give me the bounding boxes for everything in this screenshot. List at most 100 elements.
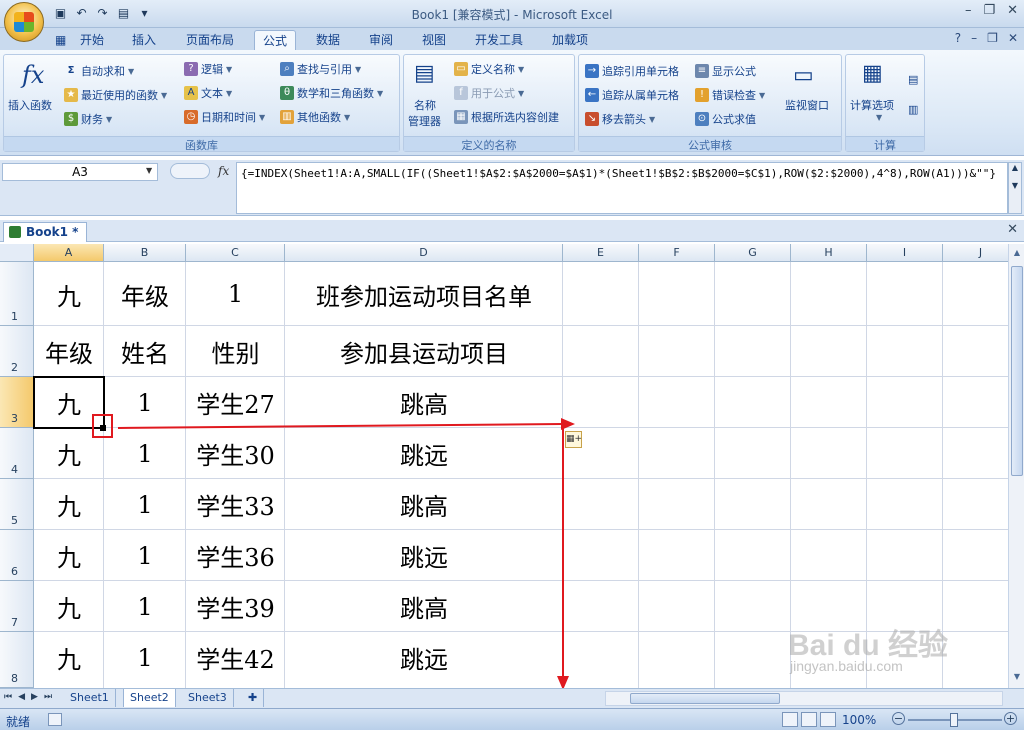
watch-window-button[interactable]: 监视窗口: [785, 97, 829, 113]
tab-view[interactable]: 视图: [414, 30, 454, 50]
calc-options-caret[interactable]: ▼: [876, 113, 882, 122]
financial-button[interactable]: $ 财务 ▼: [64, 111, 112, 127]
logical-button[interactable]: ? 逻辑 ▼: [184, 61, 232, 77]
ribbon-tabs: ▦ 开始 插入 页面布局 公式 数据 审阅 视图 开发工具 加载项 ? – ❐ …: [0, 28, 1024, 50]
trace-precedents-button[interactable]: → 追踪引用单元格: [585, 63, 679, 79]
vertical-scrollbar[interactable]: ▲ ▼: [1008, 244, 1024, 688]
page-layout-view-icon[interactable]: [801, 712, 817, 727]
tab-addins[interactable]: 加载项: [544, 30, 596, 50]
formula-expand-button[interactable]: ▲ ▼: [1008, 162, 1022, 214]
name-manager-label-2[interactable]: 管理器: [408, 113, 441, 129]
group-label-calculation: 计算: [846, 136, 924, 152]
baidu-url-watermark: jingyan.baidu.com: [790, 658, 903, 674]
sheet-tab-sheet3[interactable]: Sheet3: [182, 689, 234, 707]
next-sheet-icon[interactable]: ▶: [31, 692, 38, 702]
formula-input[interactable]: {=INDEX(Sheet1!A:A,SMALL(IF((Sheet1!$A$2…: [236, 162, 1008, 214]
group-label-formula-auditing: 公式审核: [579, 136, 841, 152]
chevron-down-icon: ▼: [759, 90, 766, 100]
wb-minimize-icon[interactable]: –: [971, 31, 977, 45]
more-functions-button[interactable]: ▥ 其他函数 ▼: [280, 109, 350, 125]
zoom-out-icon[interactable]: −: [892, 712, 905, 725]
logical-label: 逻辑: [201, 63, 223, 76]
restore-icon[interactable]: ❐: [983, 3, 995, 18]
group-calculation: ▦ 计算选项 ▼ ▤ ▥ 计算: [845, 54, 925, 152]
last-sheet-icon[interactable]: ⏭: [44, 692, 52, 702]
office-button[interactable]: [4, 2, 44, 42]
zoom-knob[interactable]: [950, 713, 958, 727]
calculation-options-button[interactable]: 计算选项: [850, 97, 894, 113]
formula-bar: A3 ▼ fx {=INDEX(Sheet1!A:A,SMALL(IF((She…: [0, 160, 1024, 216]
lookup-button[interactable]: ⌕ 查找与引用 ▼: [280, 61, 361, 77]
sheet-tab-sheet2[interactable]: Sheet2: [123, 689, 176, 707]
macro-record-icon[interactable]: [48, 713, 62, 726]
math-button[interactable]: θ 数学和三角函数 ▼: [280, 85, 383, 101]
coins-icon: $: [64, 112, 78, 126]
prev-sheet-icon[interactable]: ◀: [18, 692, 25, 702]
lookup-icon: ⌕: [280, 62, 294, 76]
recent-functions-button[interactable]: ★ 最近使用的函数 ▼: [64, 87, 167, 103]
evaluate-formula-button[interactable]: ⊙ 公式求值: [695, 111, 756, 127]
tab-home[interactable]: 开始: [72, 30, 112, 50]
error-checking-label: 错误检查: [712, 89, 756, 102]
logical-icon: ?: [184, 62, 198, 76]
name-manager-label-1[interactable]: 名称: [414, 97, 436, 113]
sheet-tab-bar: ⏮ ◀ ▶ ⏭ Sheet1 Sheet2 Sheet3 ✚: [0, 688, 1024, 708]
tab-formulas[interactable]: 公式: [254, 30, 297, 50]
wb-restore-icon[interactable]: ❐: [987, 31, 998, 45]
auto-fill-options-icon[interactable]: ▦+: [565, 431, 582, 448]
minimize-icon[interactable]: –: [965, 3, 972, 18]
sheet-tab-sheet1[interactable]: Sheet1: [64, 689, 116, 707]
horizontal-scroll-thumb[interactable]: [630, 693, 780, 704]
use-in-formula-button[interactable]: f 用于公式 ▼: [454, 85, 524, 101]
wb-close-icon[interactable]: ✕: [1008, 31, 1018, 45]
name-manager-icon: ▤: [414, 61, 435, 86]
tab-data[interactable]: 数据: [308, 30, 348, 50]
name-box[interactable]: A3: [2, 163, 158, 181]
use-in-formula-label: 用于公式: [471, 87, 515, 100]
name-box-dropdown-icon[interactable]: ▼: [146, 166, 152, 175]
create-from-selection-button[interactable]: ▦ 根据所选内容创建: [454, 109, 559, 125]
tab-review[interactable]: 审阅: [361, 30, 401, 50]
workbook-tab[interactable]: Book1 *: [3, 222, 88, 242]
show-formulas-button[interactable]: ≡ 显示公式: [695, 63, 756, 79]
define-name-label: 定义名称: [471, 63, 515, 76]
formula-bar-splitter[interactable]: [170, 163, 210, 179]
vertical-scroll-thumb[interactable]: [1011, 266, 1023, 476]
clock-icon: ◷: [184, 110, 198, 124]
create-from-selection-label: 根据所选内容创建: [471, 111, 559, 124]
trace-dependents-button[interactable]: ← 追踪从属单元格: [585, 87, 679, 103]
insert-function-fx-icon[interactable]: fx: [218, 164, 229, 178]
close-icon[interactable]: ✕: [1007, 3, 1018, 18]
scroll-down-icon[interactable]: ▼: [1011, 670, 1023, 684]
math-label: 数学和三角函数: [297, 87, 374, 100]
group-formula-auditing: → 追踪引用单元格 ← 追踪从属单元格 ↘ 移去箭头 ▼ ≡ 显示公式 ! 错误…: [578, 54, 842, 152]
tab-developer[interactable]: 开发工具: [467, 30, 531, 50]
horizontal-scrollbar[interactable]: [605, 691, 1003, 706]
calculate-sheet-icon[interactable]: ▥: [908, 103, 918, 116]
insert-function-button[interactable]: 插入函数: [8, 97, 52, 113]
datetime-button[interactable]: ◷ 日期和时间 ▼: [184, 109, 265, 125]
error-checking-icon: !: [695, 88, 709, 102]
zoom-slider[interactable]: − +: [892, 712, 1018, 727]
text-button[interactable]: A 文本 ▼: [184, 85, 232, 101]
help-icon[interactable]: ?: [955, 31, 961, 45]
define-name-button[interactable]: ▭ 定义名称 ▼: [454, 61, 524, 77]
insert-sheet-icon[interactable]: ✚: [242, 689, 265, 707]
more-label: 其他函数: [297, 111, 341, 124]
normal-view-icon[interactable]: [782, 712, 798, 727]
tab-insert[interactable]: 插入: [124, 30, 164, 50]
chevron-down-icon: ▼: [518, 88, 525, 98]
first-sheet-icon[interactable]: ⏮: [4, 692, 12, 702]
error-checking-button[interactable]: ! 错误检查 ▼: [695, 87, 765, 103]
workbook-close-icon[interactable]: ✕: [1007, 222, 1018, 237]
text-label: 文本: [201, 87, 223, 100]
autosum-button[interactable]: Σ 自动求和 ▼: [64, 63, 135, 79]
calculate-now-icon[interactable]: ▤: [908, 73, 918, 86]
zoom-in-icon[interactable]: +: [1004, 712, 1017, 725]
worksheet-grid[interactable]: A B C D E F G H I J 1 2 3 4 5 6 7 8 九 年级…: [0, 244, 1008, 688]
zoom-level[interactable]: 100%: [842, 713, 876, 727]
remove-arrows-button[interactable]: ↘ 移去箭头 ▼: [585, 111, 655, 127]
page-break-view-icon[interactable]: [820, 712, 836, 727]
tab-page-layout[interactable]: 页面布局: [178, 30, 242, 50]
scroll-up-icon[interactable]: ▲: [1011, 246, 1023, 260]
